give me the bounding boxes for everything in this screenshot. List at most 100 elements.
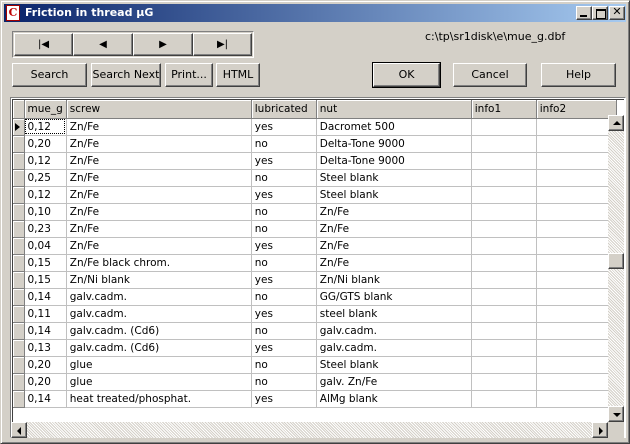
table-cell[interactable] [471, 339, 537, 357]
html-button[interactable]: HTML [216, 63, 260, 87]
previous-record-button[interactable]: ◀ [73, 33, 133, 56]
table-cell[interactable]: galv. Zn/Fe [316, 373, 472, 391]
table-cell[interactable]: 0,15 [24, 271, 67, 289]
table-row[interactable]: 0,04 Zn/Fe yes Zn/Fe [13, 237, 617, 255]
table-cell[interactable]: Zn/Fe black chrom. [66, 254, 252, 272]
table-cell[interactable] [471, 152, 537, 170]
table-cell[interactable]: no [251, 322, 317, 340]
vertical-scroll-thumb[interactable] [608, 253, 624, 269]
data-grid[interactable]: mue_g screw lubricated nut info1 info2 0,12 Zn… [10, 97, 626, 438]
row-indicator[interactable] [13, 186, 25, 204]
table-cell[interactable]: no [251, 135, 317, 153]
table-cell[interactable]: Zn/Fe [66, 203, 252, 221]
table-cell[interactable] [471, 118, 537, 136]
row-indicator[interactable] [13, 203, 25, 221]
table-cell[interactable]: no [251, 288, 317, 306]
table-row[interactable]: 0,14 galv.cadm. (Cd6) no galv.cadm. [13, 322, 617, 340]
row-indicator[interactable] [13, 339, 25, 357]
table-cell[interactable] [536, 271, 617, 289]
table-cell[interactable] [536, 203, 617, 221]
table-cell[interactable]: no [251, 203, 317, 221]
app-icon[interactable]: C [6, 5, 20, 21]
table-cell[interactable]: 0,14 [24, 390, 67, 408]
table-cell[interactable] [536, 135, 617, 153]
table-cell[interactable]: Zn/Fe [66, 220, 252, 238]
table-cell[interactable]: galv.cadm. [66, 305, 252, 323]
table-cell[interactable] [471, 169, 537, 187]
table-cell[interactable]: 0,14 [24, 322, 67, 340]
table-cell[interactable] [536, 169, 617, 187]
table-cell[interactable] [471, 305, 537, 323]
row-indicator[interactable] [13, 237, 25, 255]
table-cell[interactable] [471, 237, 537, 255]
table-cell[interactable]: Zn/Fe [66, 135, 252, 153]
table-cell[interactable]: glue [66, 373, 252, 391]
row-indicator[interactable] [13, 220, 25, 238]
next-record-button[interactable]: ▶ [133, 33, 193, 56]
row-indicator[interactable] [13, 305, 25, 323]
table-cell[interactable]: 0,23 [24, 220, 67, 238]
table-cell[interactable]: galv.cadm. (Cd6) [66, 322, 252, 340]
last-record-button[interactable]: ▶| [193, 33, 252, 56]
table-cell[interactable] [536, 152, 617, 170]
table-cell[interactable] [536, 237, 617, 255]
search-button[interactable]: Search [12, 63, 87, 87]
table-cell[interactable]: no [251, 254, 317, 272]
table-cell[interactable] [536, 186, 617, 204]
table-cell[interactable] [536, 322, 617, 340]
row-indicator[interactable] [13, 254, 25, 272]
row-indicator[interactable] [13, 356, 25, 374]
table-cell[interactable]: Steel blank [316, 186, 472, 204]
vertical-scrollbar[interactable] [608, 115, 624, 422]
table-cell[interactable]: steel blank [316, 305, 472, 323]
scroll-up-button[interactable] [608, 115, 624, 131]
table-row[interactable]: 0,12 Zn/Fe yes Dacromet 500 [13, 118, 617, 136]
table-cell[interactable]: no [251, 169, 317, 187]
print-button[interactable]: Print... [165, 63, 213, 87]
table-cell[interactable]: 0,25 [24, 169, 67, 187]
table-cell[interactable]: Zn/Fe [316, 237, 472, 255]
table-cell[interactable] [471, 220, 537, 238]
table-cell[interactable]: no [251, 220, 317, 238]
maximize-button[interactable] [592, 6, 608, 20]
table-cell[interactable]: yes [251, 118, 317, 136]
table-cell[interactable] [471, 288, 537, 306]
table-row[interactable]: 0,15 Zn/Ni blank yes Zn/Ni blank [13, 271, 617, 289]
table-row[interactable]: 0,20 glue no galv. Zn/Fe [13, 373, 617, 391]
table-cell[interactable]: Zn/Fe [66, 118, 252, 136]
table-cell[interactable] [471, 186, 537, 204]
table-cell[interactable]: 0,20 [24, 373, 67, 391]
table-cell[interactable]: yes [251, 186, 317, 204]
table-cell[interactable]: yes [251, 390, 317, 408]
table-cell[interactable]: galv.cadm. [316, 339, 472, 357]
row-indicator[interactable] [13, 152, 25, 170]
table-cell[interactable]: yes [251, 339, 317, 357]
row-indicator[interactable] [13, 390, 25, 408]
table-cell[interactable] [471, 254, 537, 272]
table-cell[interactable]: AlMg blank [316, 390, 472, 408]
column-header[interactable]: info1 [471, 100, 537, 119]
row-indicator[interactable] [13, 135, 25, 153]
table-cell[interactable] [471, 390, 537, 408]
table-cell[interactable]: Zn/Fe [316, 220, 472, 238]
table-row[interactable]: 0,12 Zn/Fe yes Delta-Tone 9000 [13, 152, 617, 170]
column-header[interactable]: screw [66, 100, 252, 119]
minimize-button[interactable] [576, 6, 592, 20]
table-cell[interactable]: 0,13 [24, 339, 67, 357]
table-cell[interactable]: glue [66, 356, 252, 374]
row-indicator[interactable] [13, 169, 25, 187]
table-cell[interactable] [471, 373, 537, 391]
horizontal-scrollbar[interactable] [11, 422, 608, 438]
table-cell[interactable]: 0,20 [24, 356, 67, 374]
table-cell[interactable]: 0,11 [24, 305, 67, 323]
column-header[interactable]: mue_g [24, 100, 67, 119]
close-button[interactable]: ✕ [609, 6, 625, 20]
table-cell[interactable]: Steel blank [316, 169, 472, 187]
table-cell[interactable] [536, 356, 617, 374]
table-cell[interactable] [471, 322, 537, 340]
table-cell[interactable] [536, 390, 617, 408]
column-header[interactable]: lubricated [251, 100, 317, 119]
table-cell[interactable]: Zn/Fe [66, 169, 252, 187]
table-cell[interactable]: 0,12 [24, 118, 67, 136]
table-cell[interactable]: Zn/Ni blank [66, 271, 252, 289]
